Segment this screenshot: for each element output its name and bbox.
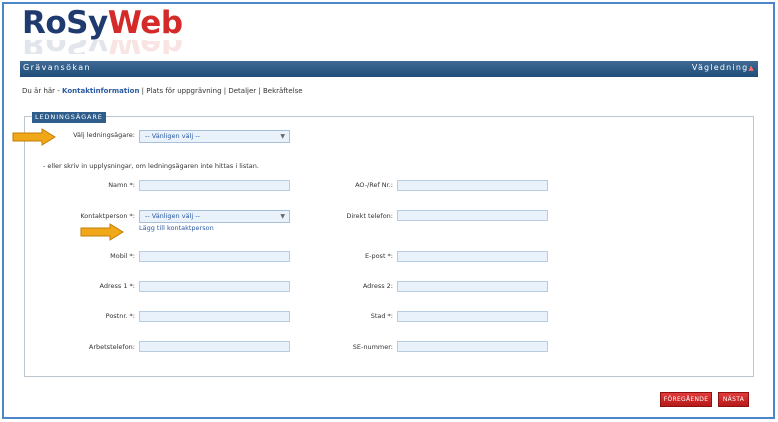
logo-reflection-rosy: RoSy (22, 40, 108, 54)
breadcrumb-step-contact: Kontaktinformation (62, 87, 140, 95)
breadcrumb-separator: | (256, 87, 263, 95)
work-phone-field[interactable] (139, 341, 290, 352)
section-legend: LEDNINGSÄGARE (32, 112, 106, 123)
owner-select[interactable]: -- Vänligen välj -- ▼ (139, 130, 290, 143)
mobile-field[interactable] (139, 251, 290, 262)
email-field[interactable] (397, 251, 548, 262)
contact-select-value: -- Vänligen välj -- (145, 212, 200, 220)
breadcrumb-step-confirm: Bekräftelse (262, 87, 303, 95)
guide-marker-icon: ▲ (748, 64, 755, 72)
owner-fieldset (24, 116, 754, 377)
owner-select-value: -- Vänligen välj -- (145, 132, 200, 140)
name-field[interactable] (139, 180, 290, 191)
breadcrumb-prefix: Du är här - (22, 87, 63, 95)
address1-field[interactable] (139, 281, 290, 292)
city-field[interactable] (397, 311, 548, 322)
email-label: E-post *: (365, 252, 393, 260)
breadcrumb: Du är här - Kontaktinformation | Plats f… (22, 87, 303, 95)
contact-select-label: Kontaktperson *: (80, 212, 135, 220)
rosyweb-logo: RoSyWeb (22, 4, 183, 42)
se-number-field[interactable] (397, 341, 548, 352)
address2-label: Adress 2: (362, 282, 393, 290)
city-label: Stad *: (370, 312, 393, 320)
logo-reflection: RoSyWeb (22, 40, 183, 54)
contact-select[interactable]: -- Vänligen välj -- ▼ (139, 210, 290, 223)
se-number-label: SE-nummer: (352, 343, 393, 351)
direct-phone-label: Direkt telefon: (346, 212, 393, 220)
name-label: Namn *: (108, 181, 135, 189)
mobile-label: Mobil *: (110, 252, 135, 260)
highlight-arrow-icon (80, 223, 124, 241)
address1-label: Adress 1 *: (99, 282, 135, 290)
breadcrumb-step-location: Plats för uppgrävning (146, 87, 222, 95)
work-phone-label: Arbetstelefon: (88, 343, 135, 351)
chevron-down-icon: ▼ (280, 213, 285, 220)
address2-field[interactable] (397, 281, 548, 292)
add-contact-link[interactable]: Lägg till kontaktperson (139, 224, 214, 232)
breadcrumb-step-details: Detaljer (228, 87, 257, 95)
logo-part-web: Web (107, 5, 183, 41)
page-title: Grävansökan (23, 63, 92, 72)
header-bar: Grävansökan Vägledning▲ (20, 61, 758, 77)
postal-code-label: Postnr. *: (105, 312, 135, 320)
previous-button[interactable]: FÖREGÅENDE (660, 392, 712, 407)
chevron-down-icon: ▼ (280, 133, 285, 140)
owner-note: - eller skriv in upplysningar, om lednin… (43, 162, 259, 170)
ref-number-label: AO-/Ref Nr.: (355, 181, 393, 189)
logo-reflection-web: Web (108, 40, 183, 54)
next-button[interactable]: NÄSTA (718, 392, 749, 407)
highlight-arrow-icon (12, 128, 56, 146)
guide-link[interactable]: Vägledning▲ (692, 63, 755, 72)
guide-label: Vägledning (691, 63, 749, 72)
direct-phone-field[interactable] (397, 210, 548, 221)
ref-number-field[interactable] (397, 180, 548, 191)
owner-select-label: Välj ledningsägare: (73, 131, 135, 139)
logo-part-rosy: RoSy (22, 5, 108, 41)
postal-code-field[interactable] (139, 311, 290, 322)
